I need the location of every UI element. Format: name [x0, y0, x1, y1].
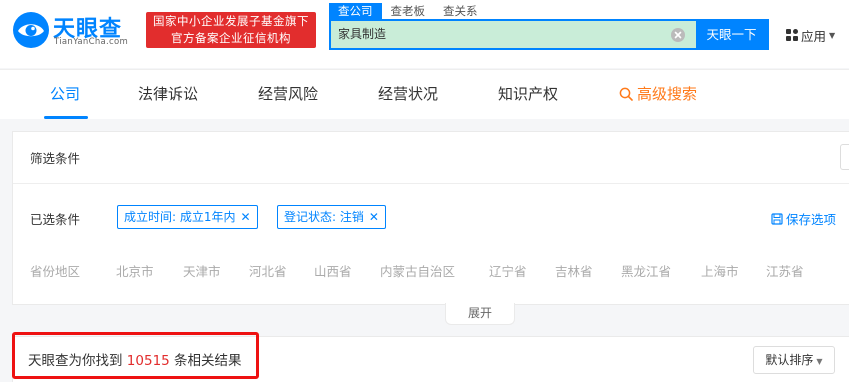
search-icon [619, 87, 633, 101]
save-icon [771, 212, 783, 225]
province-option[interactable]: 吉林省 [555, 261, 593, 280]
search-type-tabs: 查公司 查老板 查关系 [329, 3, 487, 19]
chip-label: 登记状态: 注销 [284, 210, 364, 224]
province-option[interactable]: 天津市 [183, 261, 221, 280]
result-summary: 天眼查为你找到 10515 条相关结果 [28, 349, 242, 369]
province-option[interactable]: 辽宁省 [489, 261, 527, 280]
nav-tab-company[interactable]: 公司 [50, 83, 80, 105]
filter-panel: 筛选条件 已选条件 成立时间: 成立1年内 ✕ 登记状态: 注销 ✕ 保存选项 … [12, 131, 849, 305]
province-label: 省份地区 [30, 264, 81, 279]
sort-label: 默认排序 [765, 353, 814, 367]
filter-toggle-button[interactable] [840, 144, 849, 170]
chip-label: 成立时间: 成立1年内 [124, 210, 236, 224]
tab-search-company[interactable]: 查公司 [329, 3, 382, 19]
selected-conditions-label: 已选条件 [30, 212, 81, 227]
save-options-label: 保存选项 [786, 212, 837, 227]
province-option[interactable]: 北京市 [116, 261, 154, 280]
search-box: 家具制造 天眼一下 [329, 19, 769, 50]
province-option[interactable]: 江苏省 [766, 261, 804, 280]
search-button[interactable]: 天眼一下 [696, 21, 767, 48]
divider [13, 183, 849, 184]
header: 天眼查 TianYanCha.com 国家中小企业发展子基金旗下 官方备案企业征… [0, 0, 849, 68]
filter-title: 筛选条件 [30, 151, 81, 166]
result-count: 10515 [126, 353, 170, 369]
category-nav: 公司 法律诉讼 经营风险 经营状况 知识产权 高级搜索 [0, 69, 849, 119]
nav-tab-litigation[interactable]: 法律诉讼 [138, 83, 198, 105]
expand-button[interactable]: 展开 [445, 303, 515, 325]
province-option[interactable]: 黑龙江省 [621, 261, 671, 280]
nav-advanced-search[interactable]: 高级搜索 [619, 83, 697, 105]
eye-logo-icon [13, 12, 49, 48]
province-option[interactable]: 河北省 [249, 261, 287, 280]
active-tab-underline [44, 116, 88, 119]
chevron-down-icon: ▼ [816, 357, 823, 366]
logo-domain: TianYanCha.com [54, 37, 129, 47]
tab-search-relation[interactable]: 查关系 [434, 3, 487, 19]
filter-chip-founded[interactable]: 成立时间: 成立1年内 ✕ [117, 205, 258, 229]
slogan-banner[interactable]: 国家中小企业发展子基金旗下 官方备案企业征信机构 [146, 12, 316, 48]
apps-label: 应用 [801, 28, 827, 44]
province-option[interactable]: 上海市 [701, 261, 739, 280]
chevron-down-icon: ▼ [829, 30, 836, 40]
close-icon[interactable]: ✕ [241, 206, 251, 228]
save-options-button[interactable]: 保存选项 [771, 209, 836, 228]
apps-grid-icon [786, 29, 798, 41]
logo[interactable]: 天眼查 TianYanCha.com [12, 10, 140, 50]
nav-tab-business-risk[interactable]: 经营风险 [258, 83, 318, 105]
nav-tab-business-status[interactable]: 经营状况 [378, 83, 438, 105]
slogan-line-1: 国家中小企业发展子基金旗下 [153, 14, 309, 28]
nav-tab-ip[interactable]: 知识产权 [498, 83, 558, 105]
close-icon[interactable]: ✕ [369, 206, 379, 228]
clear-icon[interactable] [671, 28, 685, 42]
search-input[interactable]: 家具制造 [331, 21, 698, 48]
result-suffix: 条相关结果 [174, 353, 242, 369]
apps-menu[interactable]: 应用 ▼ [786, 26, 835, 44]
advanced-search-label: 高级搜索 [637, 85, 698, 103]
sort-dropdown[interactable]: 默认排序 ▼ [753, 346, 835, 374]
tab-search-boss[interactable]: 查老板 [382, 3, 435, 19]
province-option[interactable]: 内蒙古自治区 [380, 261, 455, 280]
slogan-line-2: 官方备案企业征信机构 [171, 31, 291, 45]
result-prefix: 天眼查为你找到 [28, 353, 123, 369]
filter-chip-status[interactable]: 登记状态: 注销 ✕ [277, 205, 386, 229]
province-option[interactable]: 山西省 [314, 261, 352, 280]
